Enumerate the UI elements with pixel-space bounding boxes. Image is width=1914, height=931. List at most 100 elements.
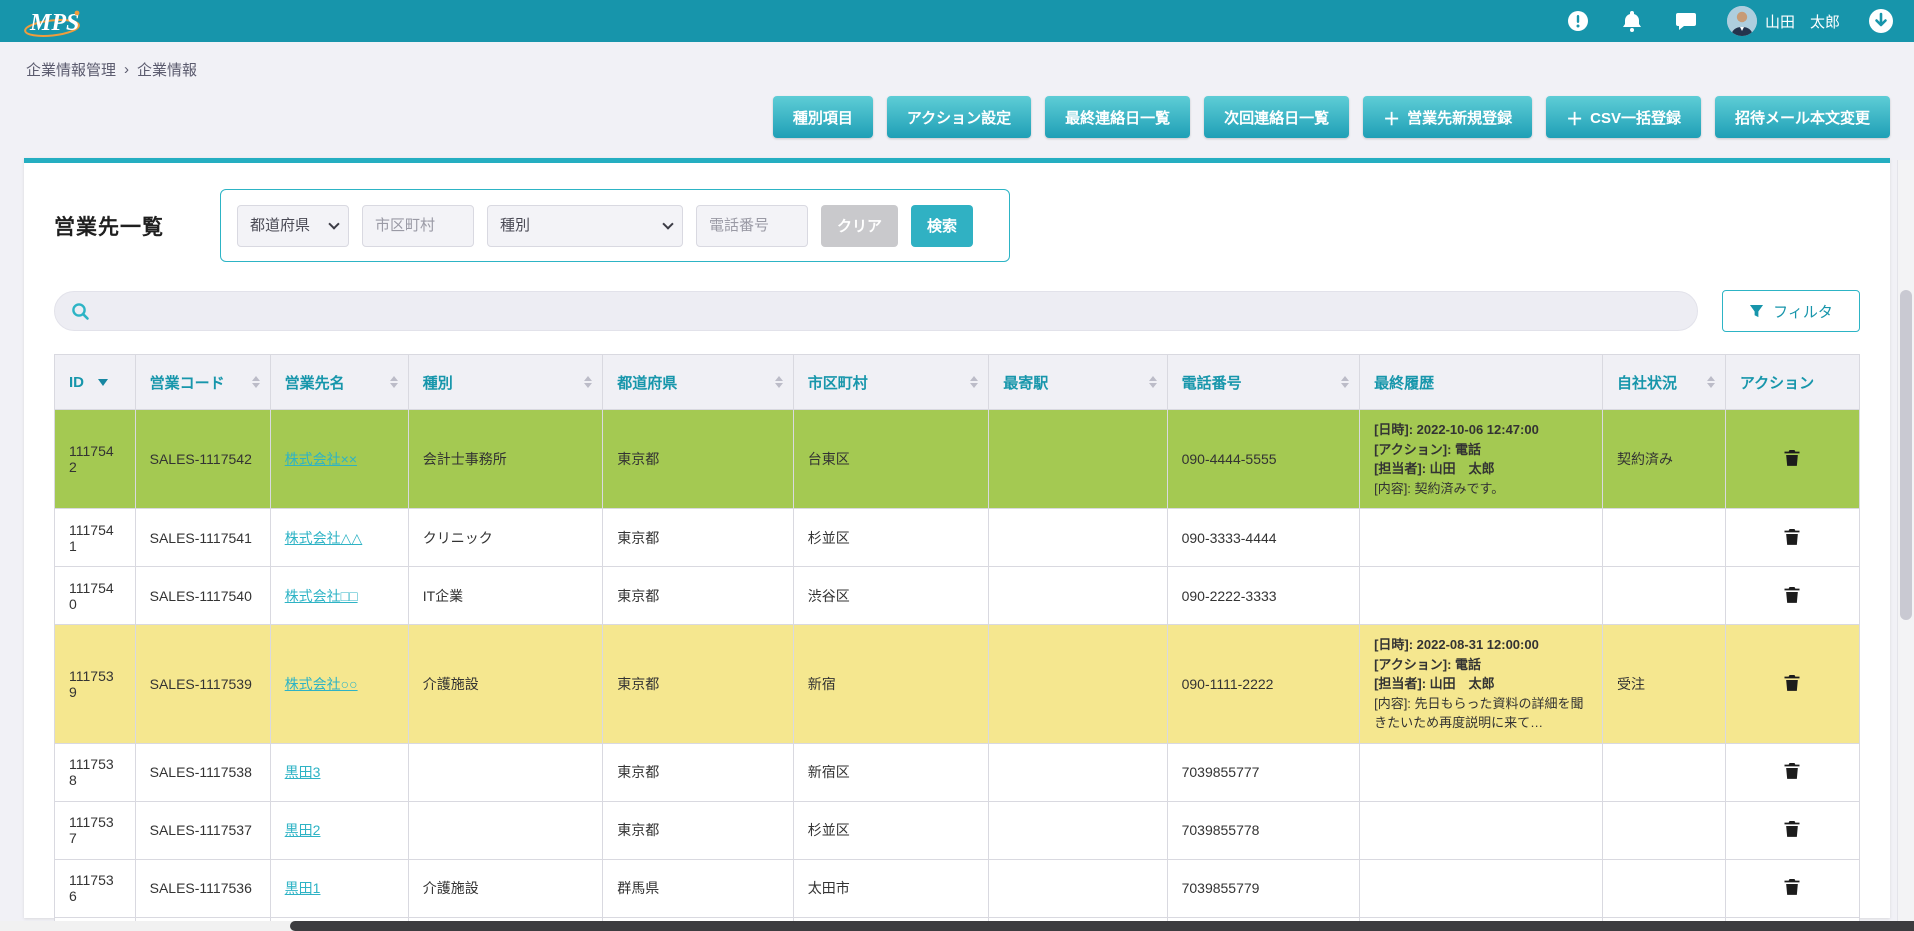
city-input[interactable] bbox=[362, 205, 474, 247]
clients-table: ID 営業コード 営業先名 種別 都道府県 市区町村 最寄駅 電話番号 最終履歴… bbox=[54, 354, 1860, 931]
cell-type: 会計士事務所 bbox=[408, 410, 603, 509]
chat-icon[interactable] bbox=[1673, 8, 1699, 34]
client-link[interactable]: 株式会社×× bbox=[285, 451, 357, 467]
last-contact-list-button[interactable]: 最終連絡日一覧 bbox=[1045, 96, 1190, 138]
notifications-bell-icon[interactable] bbox=[1619, 8, 1645, 34]
cell-city: 新宿区 bbox=[793, 743, 989, 801]
cell-history: [日時]: 2022-08-31 12:00:00 [アクション]: 電話 [担… bbox=[1360, 625, 1603, 744]
cell-action bbox=[1725, 801, 1859, 859]
csv-bulk-register-button[interactable]: ＋CSV一括登録 bbox=[1546, 96, 1701, 138]
client-list-card: 営業先一覧 都道府県 種別 クリア 検索 bbox=[24, 158, 1890, 918]
cell-id: 1117541 bbox=[55, 509, 136, 567]
cell-sales-code: SALES-1117538 bbox=[135, 743, 270, 801]
cell-id: 1117540 bbox=[55, 567, 136, 625]
col-header-station[interactable]: 最寄駅 bbox=[989, 355, 1167, 410]
cell-phone: 090-1111-2222 bbox=[1167, 625, 1359, 744]
client-link[interactable]: 株式会社○○ bbox=[285, 676, 358, 692]
col-header-sales-code[interactable]: 営業コード bbox=[135, 355, 270, 410]
sort-icon[interactable] bbox=[1149, 376, 1157, 388]
type-items-button[interactable]: 種別項目 bbox=[773, 96, 873, 138]
alert-icon[interactable] bbox=[1565, 8, 1591, 34]
filter-panel: 都道府県 種別 クリア 検索 bbox=[220, 189, 1010, 262]
sort-icon[interactable] bbox=[1341, 376, 1349, 388]
type-select[interactable]: 種別 bbox=[487, 205, 683, 247]
horizontal-scrollbar[interactable] bbox=[0, 921, 1914, 931]
client-link[interactable]: 黒田1 bbox=[285, 880, 321, 896]
col-header-status[interactable]: 自社状況 bbox=[1602, 355, 1725, 410]
cell-sales-code: SALES-1117541 bbox=[135, 509, 270, 567]
prefecture-select[interactable]: 都道府県 bbox=[237, 205, 349, 247]
app-logo[interactable]: MPS bbox=[20, 3, 86, 39]
cell-type: クリニック bbox=[408, 509, 603, 567]
cell-status bbox=[1602, 801, 1725, 859]
search-input[interactable] bbox=[100, 303, 1681, 320]
table-row: 1117542 SALES-1117542 株式会社×× 会計士事務所 東京都 … bbox=[55, 410, 1860, 509]
cell-status bbox=[1602, 859, 1725, 917]
breadcrumb-parent[interactable]: 企業情報管理 bbox=[26, 59, 116, 80]
delete-button[interactable] bbox=[1782, 672, 1802, 693]
delete-button[interactable] bbox=[1782, 447, 1802, 468]
sort-icon[interactable] bbox=[584, 376, 592, 388]
sort-icon[interactable] bbox=[390, 376, 398, 388]
delete-button[interactable] bbox=[1782, 876, 1802, 897]
cell-history bbox=[1360, 509, 1603, 567]
phone-input[interactable] bbox=[696, 205, 808, 247]
vertical-scrollbar-thumb[interactable] bbox=[1900, 290, 1912, 620]
button-label: 招待メール本文変更 bbox=[1735, 107, 1870, 128]
col-header-client-name[interactable]: 営業先名 bbox=[270, 355, 408, 410]
delete-button[interactable] bbox=[1782, 584, 1802, 605]
cell-id: 1117542 bbox=[55, 410, 136, 509]
clear-button[interactable]: クリア bbox=[821, 205, 898, 247]
cell-id: 1117536 bbox=[55, 859, 136, 917]
new-client-button[interactable]: ＋営業先新規登録 bbox=[1363, 96, 1532, 138]
cell-city: 杉並区 bbox=[793, 509, 989, 567]
delete-button[interactable] bbox=[1782, 526, 1802, 547]
col-header-type[interactable]: 種別 bbox=[408, 355, 603, 410]
cell-phone: 7039855778 bbox=[1167, 801, 1359, 859]
col-header-prefecture[interactable]: 都道府県 bbox=[603, 355, 793, 410]
delete-button[interactable] bbox=[1782, 818, 1802, 839]
sort-icon[interactable] bbox=[1707, 376, 1715, 388]
table-row: 1117541 SALES-1117541 株式会社△△ クリニック 東京都 杉… bbox=[55, 509, 1860, 567]
cell-history: [日時]: 2022-10-06 12:47:00 [アクション]: 電話 [担… bbox=[1360, 410, 1603, 509]
cell-sales-code: SALES-1117542 bbox=[135, 410, 270, 509]
client-link[interactable]: 株式会社□□ bbox=[285, 588, 358, 604]
cell-station bbox=[989, 859, 1167, 917]
cell-station bbox=[989, 801, 1167, 859]
delete-button[interactable] bbox=[1782, 760, 1802, 781]
client-link[interactable]: 株式会社△△ bbox=[285, 530, 363, 546]
cell-action bbox=[1725, 410, 1859, 509]
invite-mail-edit-button[interactable]: 招待メール本文変更 bbox=[1715, 96, 1890, 138]
client-link[interactable]: 黒田3 bbox=[285, 764, 321, 780]
topbar: MPS 山田 太郎 bbox=[0, 0, 1914, 42]
cell-phone: 090-4444-5555 bbox=[1167, 410, 1359, 509]
next-contact-list-button[interactable]: 次回連絡日一覧 bbox=[1204, 96, 1349, 138]
vertical-scrollbar[interactable] bbox=[1897, 160, 1914, 931]
cell-type: 介護施設 bbox=[408, 625, 603, 744]
cell-status bbox=[1602, 743, 1725, 801]
cell-sales-code: SALES-1117539 bbox=[135, 625, 270, 744]
cell-client-name: 黒田3 bbox=[270, 743, 408, 801]
sort-icon[interactable] bbox=[970, 376, 978, 388]
cell-phone: 7039855779 bbox=[1167, 859, 1359, 917]
cell-history bbox=[1360, 859, 1603, 917]
circle-arrow-down-icon[interactable] bbox=[1868, 8, 1894, 34]
cell-action bbox=[1725, 509, 1859, 567]
sort-icon[interactable] bbox=[252, 376, 260, 388]
action-settings-button[interactable]: アクション設定 bbox=[887, 96, 1031, 138]
search-button[interactable]: 検索 bbox=[911, 205, 973, 247]
user-menu[interactable]: 山田 太郎 bbox=[1727, 6, 1840, 36]
table-row: 1117537 SALES-1117537 黒田2 東京都 杉並区 703985… bbox=[55, 801, 1860, 859]
cell-prefecture: 東京都 bbox=[603, 743, 793, 801]
col-header-phone[interactable]: 電話番号 bbox=[1167, 355, 1359, 410]
col-header-id[interactable]: ID bbox=[55, 355, 136, 410]
client-link[interactable]: 黒田2 bbox=[285, 822, 321, 838]
col-header-city[interactable]: 市区町村 bbox=[793, 355, 989, 410]
cell-sales-code: SALES-1117540 bbox=[135, 567, 270, 625]
filter-button[interactable]: フィルタ bbox=[1722, 290, 1860, 332]
cell-client-name: 黒田1 bbox=[270, 859, 408, 917]
chevron-right-icon: › bbox=[124, 61, 129, 78]
cell-client-name: 株式会社△△ bbox=[270, 509, 408, 567]
sort-icon[interactable] bbox=[775, 376, 783, 388]
horizontal-scrollbar-thumb[interactable] bbox=[290, 921, 1914, 931]
